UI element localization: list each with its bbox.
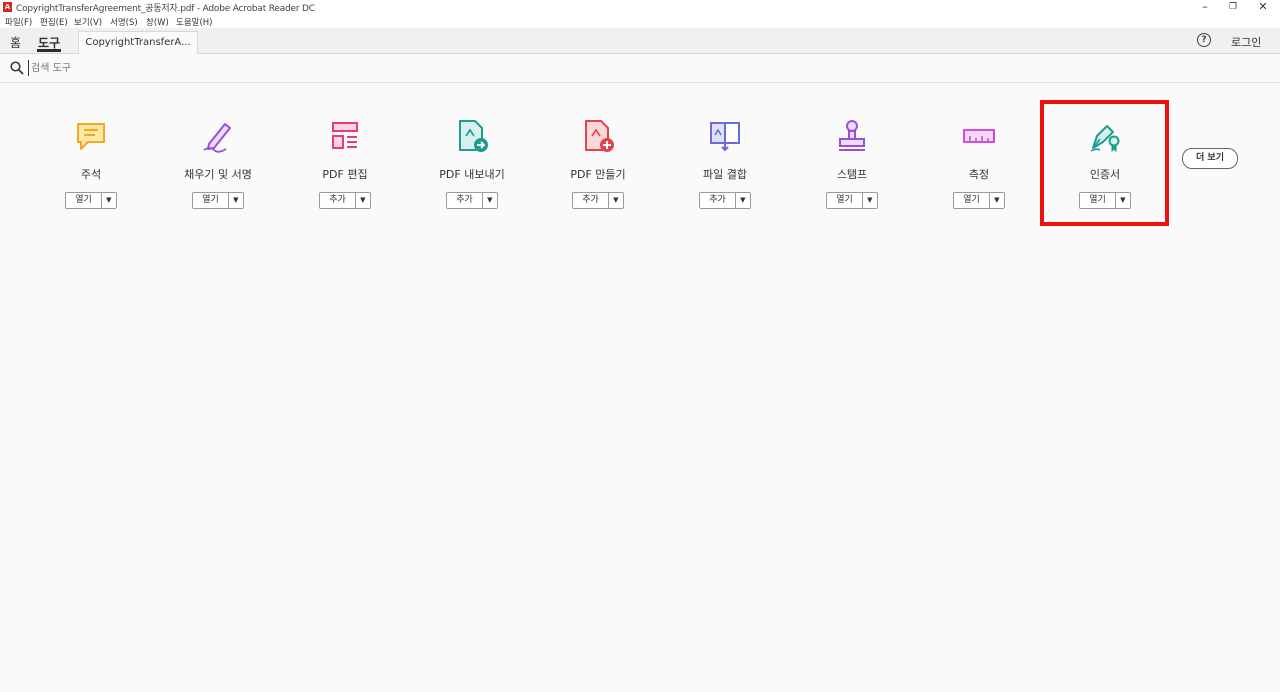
tool-button[interactable]: 열기 ▼	[953, 192, 1005, 209]
open-button[interactable]: 열기	[193, 193, 229, 208]
menu-file[interactable]: 파일(F)	[5, 16, 32, 28]
tool-label: 채우기 및 서명	[184, 168, 252, 181]
fill-sign-icon	[203, 123, 231, 153]
add-button[interactable]: 추가	[320, 193, 356, 208]
stamp-icon	[839, 120, 865, 151]
search-input[interactable]	[28, 60, 331, 76]
login-link[interactable]: 로그인	[1231, 34, 1261, 50]
menu-help[interactable]: 도움말(H)	[176, 16, 212, 28]
dropdown-arrow-icon[interactable]: ▼	[356, 193, 370, 208]
add-button[interactable]: 추가	[573, 193, 609, 208]
tab-home[interactable]: 홈	[10, 34, 21, 51]
tool-button[interactable]: 추가 ▼	[446, 192, 498, 209]
tool-label: PDF 만들기	[570, 168, 626, 181]
open-button[interactable]: 열기	[954, 193, 990, 208]
search-bar	[0, 54, 1280, 83]
create-pdf-icon	[585, 120, 614, 152]
document-tab[interactable]: CopyrightTransferA...	[78, 31, 198, 54]
title-bar: A CopyrightTransferAgreement_공동저자.pdf - …	[0, 0, 1280, 14]
dropdown-arrow-icon[interactable]: ▼	[990, 193, 1004, 208]
menu-bar: 파일(F) 편집(E) 보기(V) 서명(S) 창(W) 도움말(H)	[0, 14, 1280, 28]
active-tab-indicator	[37, 49, 61, 52]
close-icon[interactable]: ✕	[1248, 0, 1278, 14]
help-icon[interactable]: ?	[1197, 33, 1211, 47]
window-title: CopyrightTransferAgreement_공동저자.pdf - Ad…	[16, 4, 315, 14]
search-icon	[10, 61, 24, 75]
comment-icon	[77, 123, 105, 150]
restore-icon[interactable]: ❐	[1218, 0, 1248, 14]
measure-icon	[963, 129, 995, 143]
dropdown-arrow-icon[interactable]: ▼	[229, 193, 243, 208]
tool-comment[interactable]: 주석 열기 ▼	[28, 118, 154, 209]
highlight-box	[1040, 100, 1169, 226]
tool-create-pdf[interactable]: PDF 만들기 추가 ▼	[535, 118, 661, 209]
tool-button[interactable]: 열기 ▼	[192, 192, 244, 209]
tool-label: PDF 내보내기	[439, 168, 505, 181]
menu-window[interactable]: 창(W)	[146, 16, 169, 28]
tool-measure[interactable]: 측정 열기 ▼	[916, 118, 1042, 209]
open-button[interactable]: 열기	[66, 193, 102, 208]
menu-view[interactable]: 보기(V)	[74, 16, 102, 28]
tool-button[interactable]: 열기 ▼	[826, 192, 878, 209]
acrobat-icon: A	[3, 2, 12, 12]
tool-button[interactable]: 추가 ▼	[572, 192, 624, 209]
tool-label: PDF 편집	[322, 168, 368, 181]
dropdown-arrow-icon[interactable]: ▼	[736, 193, 750, 208]
menu-edit[interactable]: 편집(E)	[40, 16, 68, 28]
open-button[interactable]: 열기	[827, 193, 863, 208]
menu-sign[interactable]: 서명(S)	[110, 16, 138, 28]
tool-label: 파일 결합	[703, 168, 747, 181]
tool-button[interactable]: 추가 ▼	[699, 192, 751, 209]
tool-label: 스탬프	[836, 168, 868, 181]
dropdown-arrow-icon[interactable]: ▼	[863, 193, 877, 208]
add-button[interactable]: 추가	[700, 193, 736, 208]
edit-pdf-icon	[332, 122, 358, 149]
export-pdf-icon	[459, 120, 488, 152]
tool-edit-pdf[interactable]: PDF 편집 추가 ▼	[282, 118, 408, 209]
dropdown-arrow-icon[interactable]: ▼	[609, 193, 623, 208]
minimize-icon[interactable]: –	[1190, 0, 1220, 14]
more-button[interactable]: 더 보기	[1182, 148, 1238, 169]
dropdown-arrow-icon[interactable]: ▼	[102, 193, 116, 208]
tool-button[interactable]: 추가 ▼	[319, 192, 371, 209]
tool-button[interactable]: 열기 ▼	[65, 192, 117, 209]
tool-combine-files[interactable]: 파일 결합 추가 ▼	[662, 118, 788, 209]
dropdown-arrow-icon[interactable]: ▼	[483, 193, 497, 208]
tool-export-pdf[interactable]: PDF 내보내기 추가 ▼	[409, 118, 535, 209]
tool-label: 주석	[80, 168, 102, 181]
tool-stamp[interactable]: 스탬프 열기 ▼	[789, 118, 915, 209]
tool-fill-sign[interactable]: 채우기 및 서명 열기 ▼	[155, 118, 281, 209]
add-button[interactable]: 추가	[447, 193, 483, 208]
tab-bar: 홈 도구 CopyrightTransferA... ? 로그인	[0, 28, 1280, 54]
tool-label: 측정	[968, 168, 990, 181]
combine-files-icon	[710, 122, 740, 152]
